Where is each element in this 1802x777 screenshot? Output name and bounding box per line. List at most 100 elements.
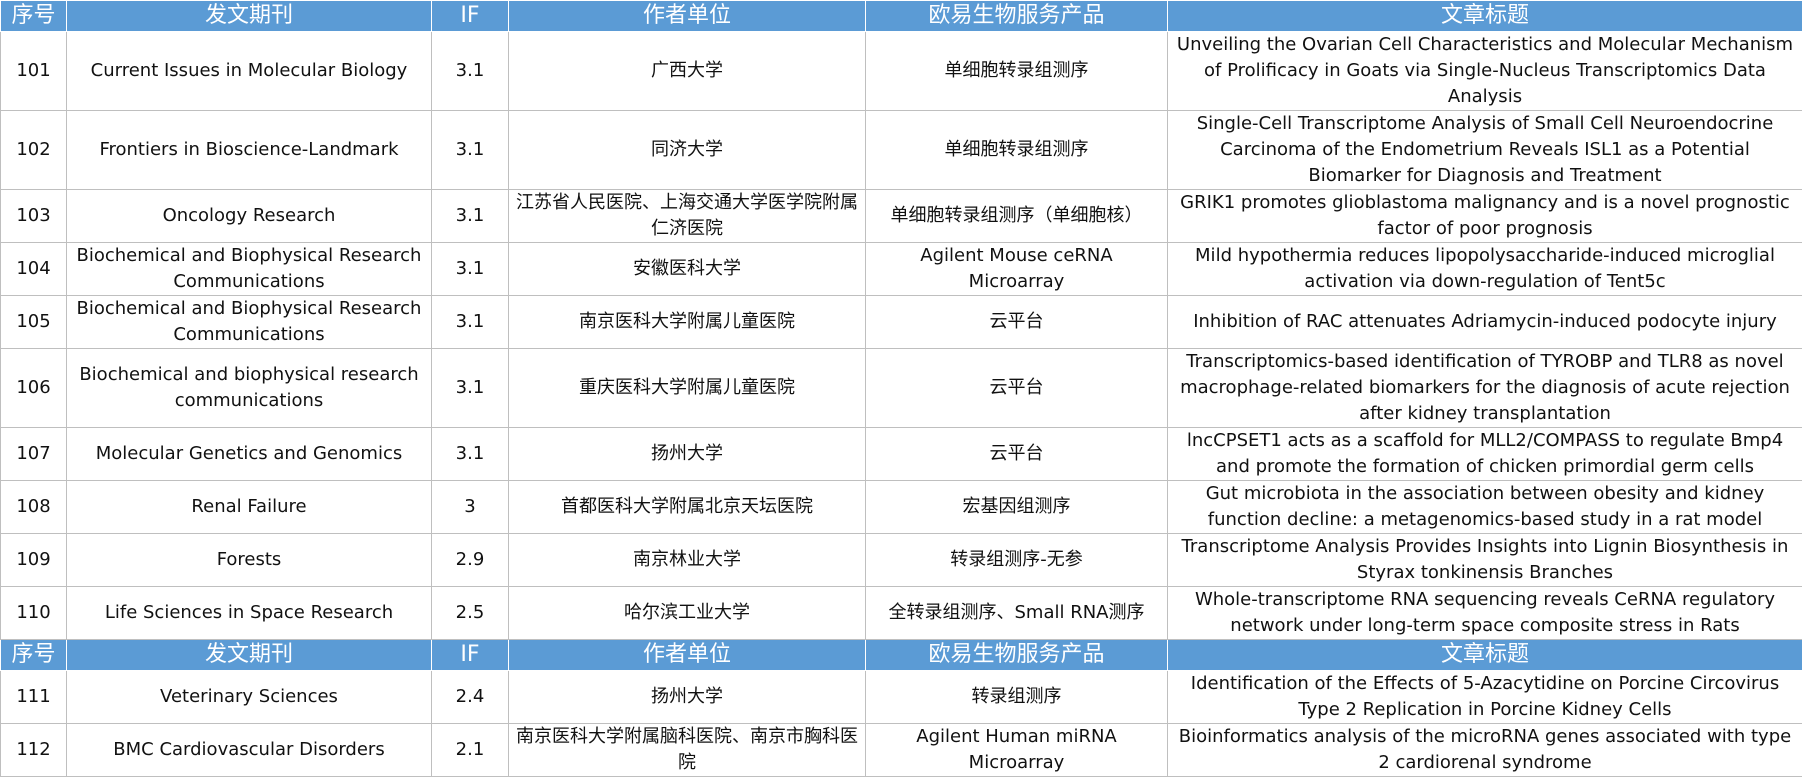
- header-unit: 作者单位: [509, 640, 866, 671]
- cell-journal: Current Issues in Molecular Biology: [67, 32, 432, 111]
- cell-if: 3.1: [432, 296, 509, 349]
- cell-no: 109: [1, 534, 67, 587]
- cell-journal: Molecular Genetics and Genomics: [67, 428, 432, 481]
- cell-unit: 同济大学: [509, 111, 866, 190]
- table-row: 108Renal Failure3首都医科大学附属北京天坛医院宏基因组测序Gut…: [1, 481, 1802, 534]
- cell-if: 3.1: [432, 32, 509, 111]
- cell-unit: 南京林业大学: [509, 534, 866, 587]
- cell-title: Transcriptome Analysis Provides Insights…: [1168, 534, 1802, 587]
- cell-no: 102: [1, 111, 67, 190]
- cell-service: 转录组测序: [866, 671, 1168, 724]
- table-row: 110Life Sciences in Space Research2.5哈尔滨…: [1, 587, 1802, 640]
- cell-if: 3.1: [432, 190, 509, 243]
- cell-no: 105: [1, 296, 67, 349]
- cell-unit: 扬州大学: [509, 428, 866, 481]
- table-row: 101Current Issues in Molecular Biology3.…: [1, 32, 1802, 111]
- publication-table: 序号 发文期刊 IF 作者单位 欧易生物服务产品 文章标题 101Current…: [0, 0, 1802, 777]
- cell-if: 2.4: [432, 671, 509, 724]
- table-row: 105Biochemical and Biophysical Research …: [1, 296, 1802, 349]
- header-journal: 发文期刊: [67, 1, 432, 32]
- cell-title: Whole-transcriptome RNA sequencing revea…: [1168, 587, 1802, 640]
- cell-if: 3.1: [432, 349, 509, 428]
- table-row: 102Frontiers in Bioscience-Landmark3.1同济…: [1, 111, 1802, 190]
- cell-title: Bioinformatics analysis of the microRNA …: [1168, 724, 1802, 777]
- cell-title: Gut microbiota in the association betwee…: [1168, 481, 1802, 534]
- header-title: 文章标题: [1168, 1, 1802, 32]
- table-row: 109Forests2.9南京林业大学转录组测序-无参Transcriptome…: [1, 534, 1802, 587]
- cell-service: 云平台: [866, 296, 1168, 349]
- cell-title: Transcriptomics-based identification of …: [1168, 349, 1802, 428]
- cell-service: 单细胞转录组测序: [866, 111, 1168, 190]
- table-body: 序号 发文期刊 IF 作者单位 欧易生物服务产品 文章标题 101Current…: [1, 1, 1802, 777]
- cell-no: 110: [1, 587, 67, 640]
- header-no: 序号: [1, 640, 67, 671]
- cell-journal: Veterinary Sciences: [67, 671, 432, 724]
- cell-unit: 哈尔滨工业大学: [509, 587, 866, 640]
- header-if: IF: [432, 640, 509, 671]
- cell-journal: Biochemical and Biophysical Research Com…: [67, 243, 432, 296]
- table-row: 104Biochemical and Biophysical Research …: [1, 243, 1802, 296]
- cell-journal: Biochemical and Biophysical Research Com…: [67, 296, 432, 349]
- cell-unit: 江苏省人民医院、上海交通大学医学院附属仁济医院: [509, 190, 866, 243]
- cell-journal: BMC Cardiovascular Disorders: [67, 724, 432, 777]
- cell-title: Unveiling the Ovarian Cell Characteristi…: [1168, 32, 1802, 111]
- cell-service: Agilent Mouse ceRNA Microarray: [866, 243, 1168, 296]
- cell-no: 107: [1, 428, 67, 481]
- cell-service: 单细胞转录组测序: [866, 32, 1168, 111]
- table-row: 112BMC Cardiovascular Disorders2.1南京医科大学…: [1, 724, 1802, 777]
- cell-if: 3.1: [432, 111, 509, 190]
- cell-journal: Biochemical and biophysical research com…: [67, 349, 432, 428]
- header-row: 序号发文期刊IF作者单位欧易生物服务产品文章标题: [1, 640, 1802, 671]
- cell-journal: Life Sciences in Space Research: [67, 587, 432, 640]
- cell-if: 2.9: [432, 534, 509, 587]
- cell-no: 106: [1, 349, 67, 428]
- cell-unit: 安徽医科大学: [509, 243, 866, 296]
- cell-unit: 南京医科大学附属儿童医院: [509, 296, 866, 349]
- cell-unit: 南京医科大学附属脑科医院、南京市胸科医院: [509, 724, 866, 777]
- table-row: 103Oncology Research3.1江苏省人民医院、上海交通大学医学院…: [1, 190, 1802, 243]
- cell-journal: Forests: [67, 534, 432, 587]
- cell-service: 转录组测序-无参: [866, 534, 1168, 587]
- cell-title: Mild hypothermia reduces lipopolysacchar…: [1168, 243, 1802, 296]
- cell-journal: Renal Failure: [67, 481, 432, 534]
- cell-unit: 首都医科大学附属北京天坛医院: [509, 481, 866, 534]
- cell-title: Single-Cell Transcriptome Analysis of Sm…: [1168, 111, 1802, 190]
- cell-unit: 重庆医科大学附属儿童医院: [509, 349, 866, 428]
- cell-no: 103: [1, 190, 67, 243]
- cell-journal: Frontiers in Bioscience-Landmark: [67, 111, 432, 190]
- header-journal: 发文期刊: [67, 640, 432, 671]
- header-no: 序号: [1, 1, 67, 32]
- table-row: 106Biochemical and biophysical research …: [1, 349, 1802, 428]
- cell-service: 全转录组测序、Small RNA测序: [866, 587, 1168, 640]
- cell-service: 单细胞转录组测序（单细胞核）: [866, 190, 1168, 243]
- cell-if: 3.1: [432, 428, 509, 481]
- cell-no: 104: [1, 243, 67, 296]
- cell-service: 宏基因组测序: [866, 481, 1168, 534]
- cell-no: 101: [1, 32, 67, 111]
- header-service: 欧易生物服务产品: [866, 1, 1168, 32]
- cell-if: 3.1: [432, 243, 509, 296]
- cell-title: Inhibition of RAC attenuates Adriamycin-…: [1168, 296, 1802, 349]
- table-row: 111Veterinary Sciences2.4扬州大学转录组测序Identi…: [1, 671, 1802, 724]
- header-service: 欧易生物服务产品: [866, 640, 1168, 671]
- cell-if: 2.5: [432, 587, 509, 640]
- cell-no: 112: [1, 724, 67, 777]
- cell-title: lncCPSET1 acts as a scaffold for MLL2/CO…: [1168, 428, 1802, 481]
- cell-unit: 扬州大学: [509, 671, 866, 724]
- header-unit: 作者单位: [509, 1, 866, 32]
- header-title: 文章标题: [1168, 640, 1802, 671]
- cell-no: 108: [1, 481, 67, 534]
- cell-if: 2.1: [432, 724, 509, 777]
- table-row: 107Molecular Genetics and Genomics3.1扬州大…: [1, 428, 1802, 481]
- cell-service: Agilent Human miRNA Microarray: [866, 724, 1168, 777]
- cell-journal: Oncology Research: [67, 190, 432, 243]
- header-if: IF: [432, 1, 509, 32]
- cell-unit: 广西大学: [509, 32, 866, 111]
- cell-service: 云平台: [866, 428, 1168, 481]
- cell-title: Identification of the Effects of 5-Azacy…: [1168, 671, 1802, 724]
- cell-service: 云平台: [866, 349, 1168, 428]
- cell-title: GRIK1 promotes glioblastoma malignancy a…: [1168, 190, 1802, 243]
- cell-if: 3: [432, 481, 509, 534]
- header-row: 序号 发文期刊 IF 作者单位 欧易生物服务产品 文章标题: [1, 1, 1802, 32]
- cell-no: 111: [1, 671, 67, 724]
